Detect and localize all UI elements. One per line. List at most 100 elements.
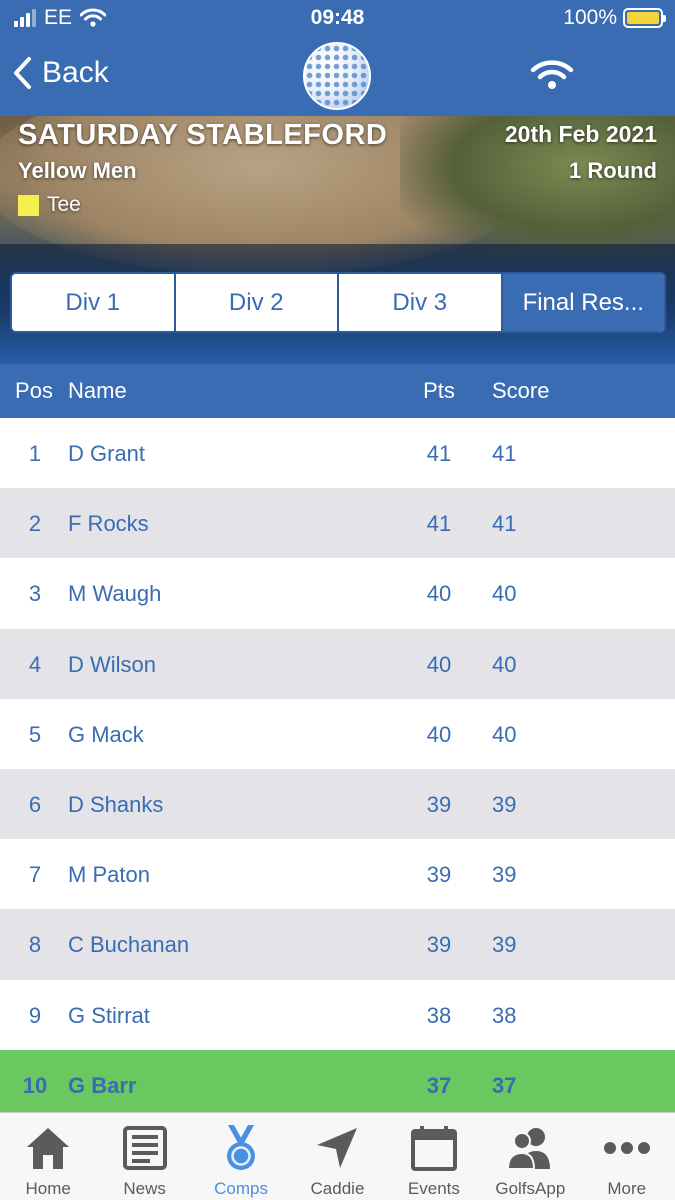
row-pts: 38 (426, 1002, 452, 1028)
news-icon (122, 1126, 167, 1170)
tab-caddie-label: Caddie (310, 1179, 365, 1198)
row-score: 40 (492, 721, 517, 747)
navigation-arrow-icon (317, 1128, 358, 1168)
table-row[interactable]: 4 D Wilson 40 40 (0, 628, 675, 699)
row-score: 39 (492, 791, 517, 817)
row-score: 37 (492, 1072, 517, 1098)
segment-div-3[interactable]: Div 3 (339, 274, 503, 331)
row-pos: 9 (28, 1002, 42, 1028)
row-pos: 10 (22, 1072, 48, 1098)
tab-comps[interactable]: Comps (193, 1113, 289, 1200)
row-pts: 37 (426, 1072, 452, 1098)
row-name: G Stirrat (68, 1002, 150, 1028)
row-pos: 7 (28, 862, 42, 888)
status-bar: EE 09:48 100% (0, 0, 675, 38)
more-dots-icon (603, 1142, 650, 1154)
battery-icon (623, 8, 666, 28)
row-name: C Buchanan (68, 932, 190, 958)
table-row[interactable]: 2 F Rocks 41 41 (0, 488, 675, 559)
competition-banner: SATURDAY STABLEFORD 20th Feb 2021 Yellow… (0, 116, 675, 364)
tab-events-label: Events (407, 1179, 460, 1198)
division-segmented-control: Div 1 Div 2 Div 3 Final Res... (10, 272, 666, 333)
tab-golfsapp[interactable]: GolfsApp (482, 1113, 578, 1200)
row-name: F Rocks (68, 511, 149, 537)
row-pos: 5 (28, 721, 42, 747)
row-pts: 40 (426, 651, 452, 677)
row-pts: 41 (426, 511, 452, 537)
competition-date: 20th Feb 2021 (504, 121, 657, 147)
table-row[interactable]: 9 G Stirrat 38 38 (0, 980, 675, 1050)
row-name: M Waugh (68, 581, 162, 607)
table-row[interactable]: 5 G Mack 40 40 (0, 699, 675, 769)
row-pos: 2 (28, 511, 42, 537)
row-pts: 39 (426, 862, 452, 888)
tee-color-swatch (18, 194, 39, 216)
tab-news[interactable]: News (96, 1113, 192, 1200)
row-name: D Grant (68, 441, 146, 466)
row-pts: 39 (426, 791, 452, 817)
row-pos: 8 (28, 932, 42, 958)
tab-golfsapp-label: GolfsApp (495, 1179, 566, 1198)
tab-more[interactable]: More (579, 1113, 675, 1200)
calendar-icon (410, 1126, 457, 1171)
competition-title: SATURDAY STABLEFORD (18, 119, 388, 151)
users-icon (507, 1128, 551, 1170)
header-pos: Pos (15, 378, 53, 403)
golf-ball-logo (303, 42, 371, 110)
medal-icon (227, 1125, 256, 1170)
table-row[interactable]: 7 M Paton 39 39 (0, 839, 675, 909)
back-label: Back (42, 56, 109, 89)
tab-home[interactable]: Home (0, 1113, 96, 1200)
tab-comps-label: Comps (214, 1179, 268, 1198)
competition-rounds: 1 Round (569, 158, 657, 183)
header-name: Name (68, 378, 127, 403)
tab-events[interactable]: Events (386, 1113, 482, 1200)
tab-news-label: News (123, 1179, 166, 1198)
row-pts: 41 (426, 441, 452, 466)
row-name: D Wilson (68, 651, 157, 677)
row-score: 39 (492, 932, 517, 958)
row-score: 40 (492, 581, 517, 607)
competition-category: Yellow Men (18, 158, 137, 183)
row-score: 40 (492, 651, 517, 677)
tab-bar: Home News Comps Caddie Events GolfsApp M… (0, 1112, 675, 1200)
row-name: G Mack (68, 721, 144, 747)
table-row[interactable]: 8 C Buchanan 39 39 (0, 909, 675, 980)
back-button[interactable]: Back (12, 56, 109, 90)
row-pts: 39 (426, 932, 452, 958)
tab-home-label: Home (25, 1179, 71, 1198)
row-name: G Barr (68, 1072, 137, 1098)
header-score: Score (492, 378, 550, 403)
tab-caddie[interactable]: Caddie (289, 1113, 385, 1200)
row-name: M Paton (68, 862, 150, 888)
tee-indicator: Tee (18, 193, 81, 217)
navigation-bar: Back (0, 38, 675, 116)
segment-final-results[interactable]: Final Res... (502, 274, 664, 331)
table-row[interactable]: 1 D Grant 41 41 (0, 418, 675, 488)
table-row-highlighted[interactable]: 10 G Barr 37 37 (0, 1049, 675, 1120)
row-score: 39 (492, 862, 517, 888)
row-pos: 6 (28, 791, 42, 817)
row-pos: 3 (28, 581, 42, 607)
row-pts: 40 (426, 721, 452, 747)
home-icon (27, 1128, 70, 1169)
segment-div-2[interactable]: Div 2 (175, 274, 339, 331)
tab-more-label: More (607, 1179, 647, 1198)
status-right: 100% (563, 6, 666, 30)
table-row[interactable]: 3 M Waugh 40 40 (0, 558, 675, 628)
wifi-icon[interactable] (530, 58, 574, 92)
row-pos: 1 (28, 441, 42, 466)
row-pos: 4 (28, 651, 42, 677)
table-row[interactable]: 6 D Shanks 39 39 (0, 768, 675, 840)
header-pts: Pts (423, 378, 455, 403)
chevron-left-icon (14, 57, 31, 89)
row-score: 38 (492, 1002, 517, 1028)
results-table-header: Pos Name Pts Score (0, 364, 675, 418)
row-score: 41 (492, 441, 517, 466)
tee-label: Tee (47, 193, 81, 216)
results-list: 1 D Grant 41 41 2 F Rocks 41 41 3 M Waug… (0, 418, 675, 1120)
segment-div-1[interactable]: Div 1 (12, 274, 176, 331)
row-score: 41 (492, 511, 517, 537)
row-name: D Shanks (68, 791, 164, 817)
battery-percent: 100% (563, 6, 617, 29)
